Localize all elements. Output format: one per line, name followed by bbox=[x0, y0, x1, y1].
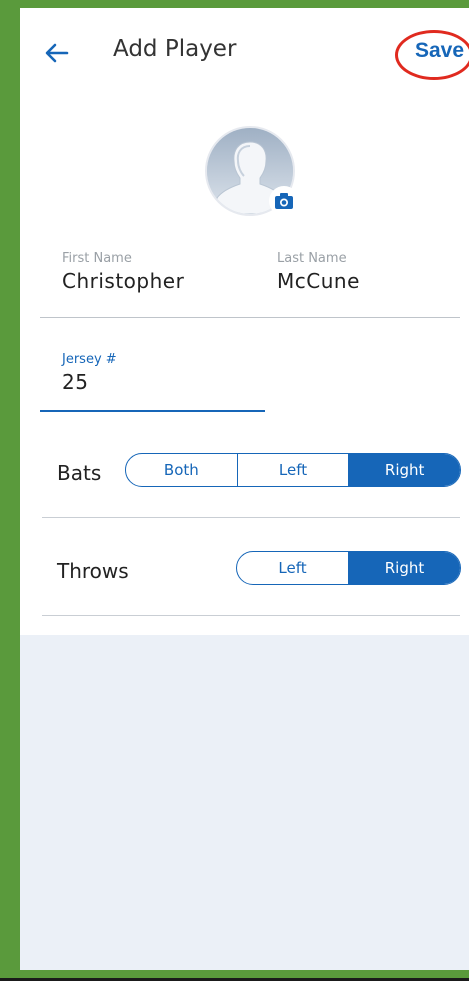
first-name-value[interactable]: Christopher bbox=[62, 269, 264, 293]
camera-badge[interactable] bbox=[269, 186, 299, 216]
jersey-number-field[interactable]: Jersey # 25 bbox=[40, 352, 265, 422]
bats-option-left[interactable]: Left bbox=[236, 454, 349, 486]
jersey-underline-focused bbox=[40, 410, 265, 412]
profile-photo-picker[interactable] bbox=[205, 126, 299, 218]
save-button[interactable]: Save bbox=[415, 39, 464, 63]
throws-option-right[interactable]: Right bbox=[348, 552, 460, 584]
last-name-field[interactable]: Last Name McCune bbox=[255, 251, 469, 319]
last-name-value[interactable]: McCune bbox=[277, 269, 469, 293]
device-frame: Add Player Save First Name Christopher L… bbox=[0, 0, 469, 978]
bats-option-both[interactable]: Both bbox=[126, 454, 237, 486]
divider bbox=[42, 615, 460, 616]
jersey-label: Jersey # bbox=[62, 352, 117, 367]
last-name-label: Last Name bbox=[277, 251, 347, 266]
jersey-value[interactable]: 25 bbox=[62, 370, 265, 394]
app-screen: Add Player Save First Name Christopher L… bbox=[20, 8, 469, 970]
camera-icon bbox=[275, 193, 293, 209]
top-app-bar: Add Player Save bbox=[20, 8, 469, 98]
arrow-left-icon bbox=[45, 43, 69, 63]
first-name-label: First Name bbox=[62, 251, 132, 266]
bats-segmented-control: Both Left Right bbox=[125, 453, 461, 487]
throws-option-left[interactable]: Left bbox=[237, 552, 348, 584]
throws-segmented-control: Left Right bbox=[236, 551, 461, 585]
page-title: Add Player bbox=[113, 36, 237, 62]
first-name-field[interactable]: First Name Christopher bbox=[40, 251, 264, 319]
last-name-underline bbox=[255, 317, 460, 318]
throws-label: Throws bbox=[57, 559, 129, 583]
first-name-underline bbox=[40, 317, 264, 318]
divider bbox=[42, 517, 460, 518]
bats-option-right[interactable]: Right bbox=[348, 454, 460, 486]
back-button[interactable] bbox=[42, 38, 72, 68]
empty-content-area bbox=[20, 635, 469, 970]
bats-label: Bats bbox=[57, 461, 102, 485]
